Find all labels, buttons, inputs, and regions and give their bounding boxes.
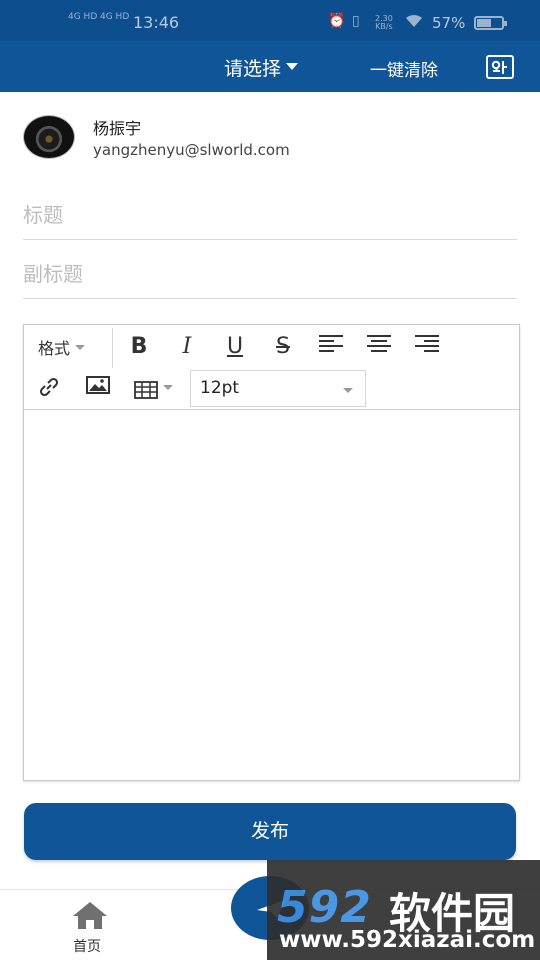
italic-button[interactable]: I (172, 333, 202, 361)
align-right-icon (415, 335, 439, 352)
category-select[interactable]: 请选择 (224, 54, 299, 81)
font-size-select[interactable]: 12pt (190, 370, 366, 407)
table-icon (134, 380, 158, 399)
caret-down-icon (75, 345, 86, 350)
format-dropdown[interactable]: 格式 (38, 335, 86, 359)
alarm-icon: ⏰ (328, 13, 346, 29)
vibrate-icon: ▯ (352, 13, 360, 29)
format-label: 格式 (38, 339, 71, 358)
caret-down-icon (343, 388, 353, 393)
bold-button[interactable]: B (124, 333, 154, 361)
underline-button[interactable]: U (220, 333, 250, 361)
signal-label-1: 4G HD (68, 12, 98, 22)
align-left-icon (319, 335, 343, 352)
image-icon (86, 376, 110, 394)
editor-toolbar: 格式 B I U S 12pt (24, 325, 519, 410)
wifi-icon (404, 14, 424, 31)
author-email: yangzhenyu@slworld.com (93, 141, 290, 159)
watermark-logo: 592 (277, 882, 372, 933)
app-header: 请选择 一键清除 (0, 41, 540, 92)
subtitle-input[interactable] (23, 249, 517, 299)
watermark: 592 软件园 www.592xiazai.com (267, 860, 540, 960)
battery-icon (474, 16, 507, 30)
status-bar: 4G HD 4G HD 13:46 ⏰ ▯ 2.30 KB/s 57% (0, 0, 540, 41)
align-center-icon (367, 335, 391, 352)
image-button[interactable] (83, 375, 113, 403)
nav-item-home[interactable] (71, 900, 109, 934)
author-name: 杨振宇 (93, 119, 142, 138)
clock: 13:46 (133, 13, 180, 32)
watermark-url: www.592xiazai.com (279, 927, 536, 953)
title-input[interactable] (23, 190, 517, 240)
toolbar-divider (112, 328, 113, 368)
avatar (23, 115, 75, 159)
signal-label-2: 4G HD (100, 12, 130, 22)
link-button[interactable] (34, 375, 64, 403)
editor-content-area[interactable] (24, 411, 519, 780)
align-center-button[interactable] (364, 333, 394, 361)
speed-unit: KB/s (375, 22, 393, 31)
align-left-button[interactable] (316, 333, 346, 361)
align-right-button[interactable] (412, 333, 442, 361)
table-button[interactable] (134, 375, 173, 403)
caret-down-icon (163, 385, 173, 390)
publish-button[interactable]: 发布 (24, 803, 516, 860)
battery-percent: 57% (432, 14, 466, 32)
network-speed: 2.30 KB/s (375, 15, 393, 31)
strikethrough-button[interactable]: S (268, 333, 298, 361)
clear-all-button[interactable]: 一键清除 (370, 56, 438, 81)
link-icon (39, 377, 59, 397)
rich-text-editor: 格式 B I U S 12pt (23, 324, 520, 781)
category-select-label: 请选择 (224, 58, 282, 80)
switch-icon[interactable] (486, 55, 514, 79)
caret-down-icon (286, 63, 299, 70)
font-size-value: 12pt (200, 378, 240, 398)
nav-home-label: 首页 (73, 939, 101, 955)
battery-fill (477, 19, 491, 27)
home-icon (73, 902, 107, 929)
